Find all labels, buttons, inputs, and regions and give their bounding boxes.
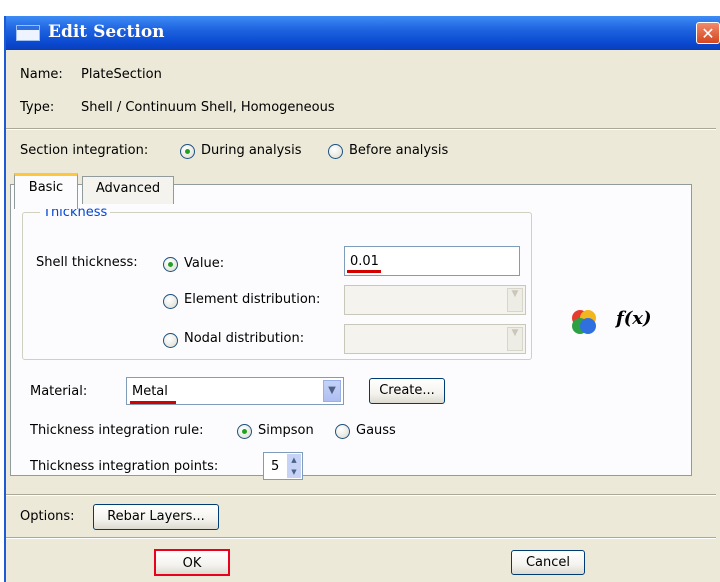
- gauss-radio[interactable]: [335, 424, 350, 439]
- section-integration-label: Section integration:: [20, 143, 149, 158]
- nodal-distribution-radio[interactable]: [163, 333, 178, 348]
- rebar-layers-button[interactable]: Rebar Layers...: [93, 504, 219, 530]
- separator: [6, 128, 716, 130]
- chevron-down-icon[interactable]: ▼: [323, 380, 341, 402]
- material-highlight-underline: [130, 401, 176, 404]
- type-label: Type:: [20, 100, 55, 115]
- integration-points-value: 5: [271, 459, 280, 474]
- dialog-title: Edit Section: [48, 22, 165, 42]
- material-label: Material:: [30, 384, 88, 399]
- color-palette-icon[interactable]: [566, 306, 606, 336]
- value-radio-label[interactable]: Value:: [184, 256, 224, 271]
- element-distribution-label[interactable]: Element distribution:: [184, 292, 320, 307]
- simpson-label[interactable]: Simpson: [258, 423, 314, 438]
- options-label: Options:: [20, 509, 75, 524]
- create-material-button[interactable]: Create...: [369, 378, 445, 404]
- tab-advanced[interactable]: Advanced: [82, 176, 174, 204]
- element-distribution-select[interactable]: ▼: [344, 285, 526, 315]
- window-icon: [16, 25, 40, 41]
- shell-thickness-label: Shell thickness:: [36, 255, 138, 270]
- title-bar[interactable]: Edit Section ✕: [6, 16, 720, 50]
- material-value: Metal: [132, 384, 168, 399]
- section-name-value: PlateSection: [81, 67, 162, 82]
- close-button[interactable]: ✕: [696, 22, 720, 44]
- name-label: Name:: [20, 67, 63, 82]
- cancel-button[interactable]: Cancel: [511, 550, 585, 575]
- nodal-distribution-select[interactable]: ▼: [344, 324, 526, 354]
- nodal-distribution-label[interactable]: Nodal distribution:: [184, 331, 304, 346]
- value-highlight-underline: [347, 270, 381, 273]
- tab-basic[interactable]: Basic: [14, 173, 78, 209]
- thickness-value-text: 0.01: [350, 254, 379, 269]
- separator: [6, 494, 716, 496]
- ok-button[interactable]: OK: [154, 549, 230, 576]
- before-analysis-label[interactable]: Before analysis: [349, 143, 448, 158]
- before-analysis-radio[interactable]: [328, 144, 343, 159]
- integration-points-spinner[interactable]: 5 ▲ ▼: [263, 452, 303, 480]
- chevron-down-icon: ▼: [507, 288, 523, 312]
- during-analysis-label[interactable]: During analysis: [201, 143, 301, 158]
- section-type-value: Shell / Continuum Shell, Homogeneous: [81, 100, 335, 115]
- spin-up-icon[interactable]: ▲: [287, 454, 301, 466]
- fx-label[interactable]: f(x): [616, 308, 652, 329]
- gauss-label[interactable]: Gauss: [356, 423, 396, 438]
- integration-rule-label: Thickness integration rule:: [30, 423, 204, 438]
- element-distribution-radio[interactable]: [163, 294, 178, 309]
- chevron-down-icon: ▼: [507, 327, 523, 351]
- integration-points-label: Thickness integration points:: [30, 459, 219, 474]
- separator: [6, 537, 716, 539]
- spin-down-icon[interactable]: ▼: [287, 466, 301, 478]
- simpson-radio[interactable]: [237, 424, 252, 439]
- during-analysis-radio[interactable]: [180, 144, 195, 159]
- value-radio[interactable]: [163, 257, 178, 272]
